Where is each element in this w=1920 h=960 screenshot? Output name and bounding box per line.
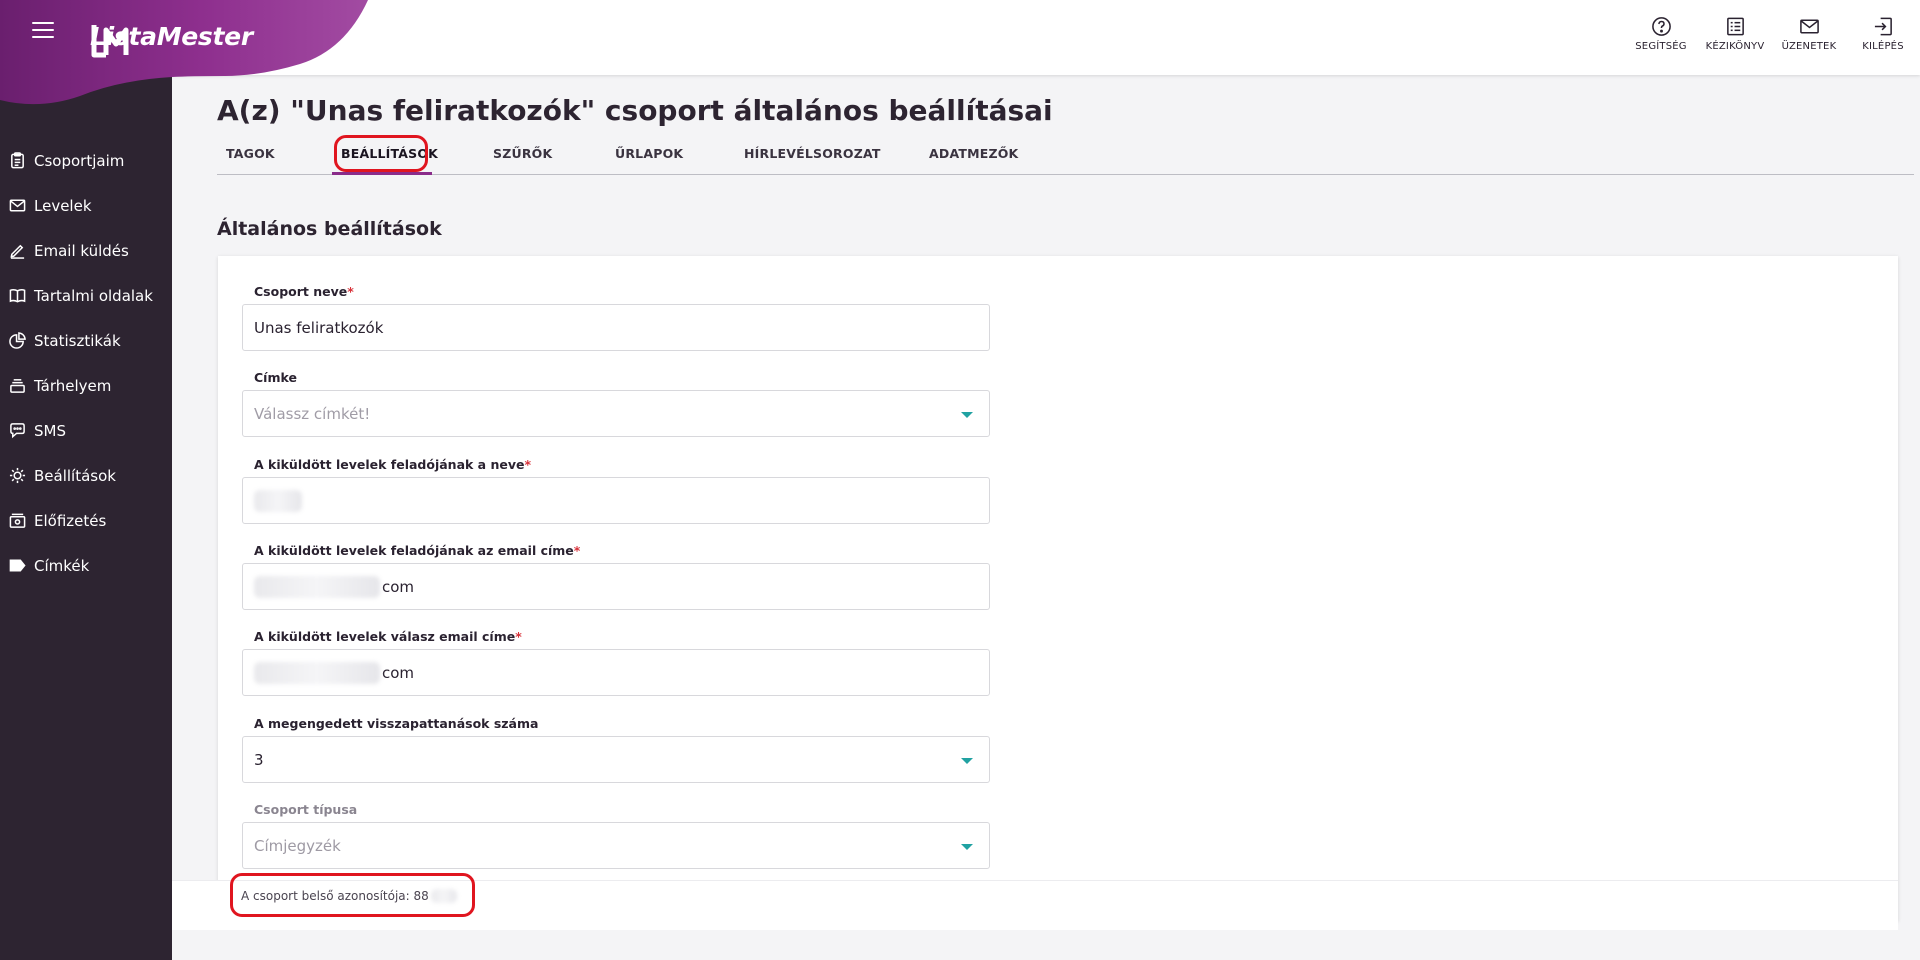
group-name-label: Csoport neve*: [254, 284, 354, 299]
card-icon: [8, 512, 26, 530]
logout-icon: [1874, 17, 1892, 36]
sidebar-item-label: Levelek: [34, 196, 92, 215]
sidebar-item-label: Beállítások: [34, 466, 116, 485]
sidebar-item-levelek[interactable]: Levelek: [0, 183, 172, 228]
sender-name-label: A kiküldött levelek feladójának a neve*: [254, 457, 531, 472]
tab-bar: TAGOK BEÁLLÍTÁSOK SZŰRŐK ŰRLAPOK HÍRLEVÉ…: [217, 140, 1914, 175]
sidebar-item-elofizetes[interactable]: Előfizetés: [0, 498, 172, 543]
sidebar-item-label: Email küldés: [34, 241, 129, 260]
sender-name-input[interactable]: [242, 477, 990, 524]
bounces-select[interactable]: 3: [242, 736, 990, 783]
mail-icon: [1799, 19, 1819, 34]
sidebar-item-label: Statisztikák: [34, 331, 121, 350]
sidebar-item-label: Címkék: [34, 556, 90, 575]
sidebar-item-label: SMS: [34, 421, 66, 440]
envelope-icon: [8, 197, 26, 215]
reply-email-label: A kiküldött levelek válasz email címe*: [254, 629, 522, 644]
sidebar: Csoportjaim Levelek Email küldés Tartalm…: [0, 0, 172, 960]
group-name-input[interactable]: Unas feliratkozók: [242, 304, 990, 351]
sidebar-item-label: Előfizetés: [34, 511, 107, 530]
sidebar-item-label: Tartalmi oldalak: [34, 286, 153, 305]
tab-hirlevelsorozat[interactable]: HÍRLEVÉLSOROZAT: [744, 146, 881, 161]
manual-icon: [1726, 17, 1744, 36]
sidebar-item-beallitasok[interactable]: Beállítások: [0, 453, 172, 498]
redacted-value: [254, 661, 380, 684]
chevron-down-icon: [961, 758, 973, 764]
sidebar-item-sms[interactable]: SMS: [0, 408, 172, 453]
reply-email-input[interactable]: com: [242, 649, 990, 696]
page-title: A(z) "Unas feliratkozók" csoport általán…: [217, 94, 1053, 127]
help-icon: [1651, 17, 1671, 36]
logout-button[interactable]: KILÉPÉS: [1846, 16, 1920, 52]
sender-email-label: A kiküldött levelek feladójának az email…: [254, 543, 581, 558]
sidebar-item-email-kuldes[interactable]: Email küldés: [0, 228, 172, 273]
tab-urlapok[interactable]: ŰRLAPOK: [615, 146, 683, 161]
sidebar-item-tarhelyem[interactable]: Tárhelyem: [0, 363, 172, 408]
chat-icon: [8, 422, 26, 440]
sidebar-item-label: Csoportjaim: [34, 151, 125, 170]
section-title: Általános beállítások: [217, 218, 442, 240]
group-type-label: Csoport típusa: [254, 802, 358, 817]
settings-form-card: Csoport neve* Unas feliratkozók Címke Vá…: [218, 256, 1898, 921]
tag-select[interactable]: Válassz címkét!: [242, 390, 990, 437]
pencil-icon: [8, 242, 26, 260]
chevron-down-icon: [961, 412, 973, 418]
group-id-text: A csoport belső azonosítója: 88: [241, 889, 459, 903]
sidebar-nav: Csoportjaim Levelek Email küldés Tartalm…: [0, 138, 172, 588]
redacted-value: [430, 889, 457, 903]
chevron-down-icon: [961, 844, 973, 850]
active-tab-indicator: [332, 172, 432, 175]
bounces-label: A megengedett visszapattanások száma: [254, 716, 539, 731]
redacted-value: [254, 575, 380, 598]
tab-szurok[interactable]: SZŰRŐK: [493, 146, 552, 161]
logout-label: KILÉPÉS: [1862, 41, 1904, 52]
footer-bar: [172, 880, 1898, 930]
tag-icon: [8, 557, 26, 575]
manual-label: KÉZIKÖNYV: [1705, 41, 1765, 52]
tab-tagok[interactable]: TAGOK: [226, 146, 275, 161]
top-header: SEGÍTSÉG KÉZIKÖNYV ÜZENETEK KILÉPÉS: [172, 0, 1920, 75]
tag-label: Címke: [254, 370, 297, 385]
gear-icon: [8, 467, 26, 485]
tab-adatmezok[interactable]: ADATMEZŐK: [929, 146, 1018, 161]
pie-chart-icon: [8, 332, 26, 350]
sidebar-item-cimkek[interactable]: Címkék: [0, 543, 172, 588]
messages-button[interactable]: ÜZENETEK: [1772, 16, 1846, 52]
sidebar-item-tartalmi-oldalak[interactable]: Tartalmi oldalak: [0, 273, 172, 318]
sidebar-item-csoportjaim[interactable]: Csoportjaim: [0, 138, 172, 183]
manual-button[interactable]: KÉZIKÖNYV: [1698, 16, 1772, 52]
sidebar-item-label: Tárhelyem: [34, 376, 112, 395]
sender-email-input[interactable]: com: [242, 563, 990, 610]
help-button[interactable]: SEGÍTSÉG: [1624, 16, 1698, 52]
help-label: SEGÍTSÉG: [1635, 41, 1687, 52]
messages-label: ÜZENETEK: [1781, 41, 1837, 52]
redacted-value: [254, 489, 302, 512]
menu-toggle-button[interactable]: [32, 22, 54, 40]
header-actions: SEGÍTSÉG KÉZIKÖNYV ÜZENETEK KILÉPÉS: [1624, 16, 1920, 52]
group-type-select[interactable]: Címjegyzék: [242, 822, 990, 869]
sidebar-item-statisztikak[interactable]: Statisztikák: [0, 318, 172, 363]
tab-beallitasok[interactable]: BEÁLLÍTÁSOK: [341, 146, 438, 161]
book-icon: [8, 287, 26, 305]
clipboard-icon: [8, 152, 26, 170]
layers-icon: [8, 377, 26, 395]
